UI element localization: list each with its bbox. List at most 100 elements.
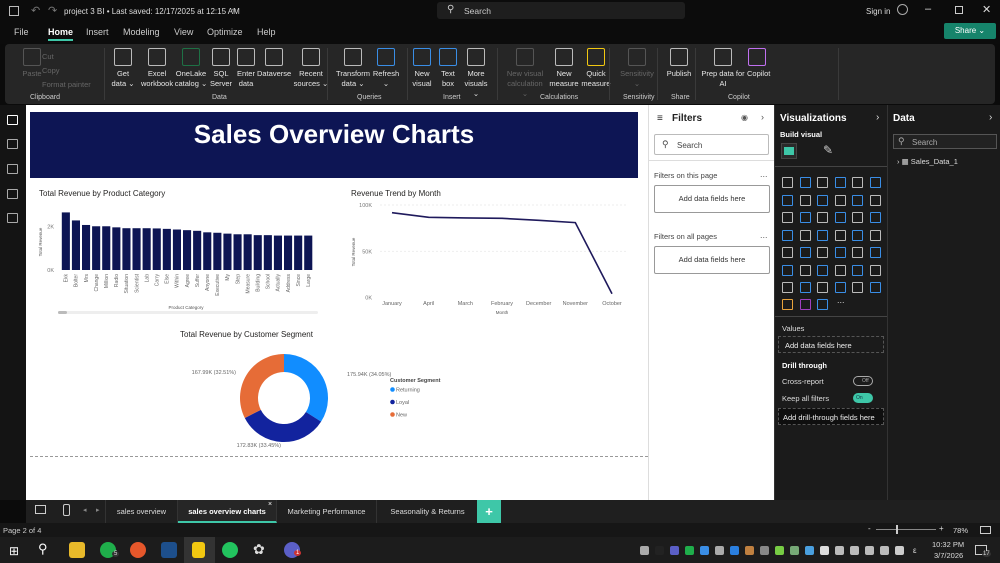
tray-icon[interactable] (655, 546, 664, 555)
visual-type-icon[interactable] (852, 212, 863, 223)
vscode-icon[interactable] (161, 542, 177, 558)
visual-type-icon[interactable] (799, 212, 811, 223)
eye-icon[interactable]: ◉ (741, 113, 748, 122)
zoom-out-button[interactable]: - (868, 524, 871, 533)
visual-type-icon[interactable] (852, 264, 863, 276)
data-search-input[interactable]: ⚲ Search (893, 134, 997, 149)
clock-date[interactable]: 3/7/2026 (934, 551, 963, 560)
tray-icon[interactable] (790, 546, 799, 555)
publish-button[interactable]: Publish (665, 48, 693, 79)
visual-type-icon[interactable] (782, 264, 793, 276)
visual-type-icon[interactable] (799, 229, 811, 241)
more-visuals-icon[interactable]: ... (837, 295, 845, 305)
prep-data-for-ai-button[interactable]: Prep data for AI (699, 48, 747, 89)
zoom-in-button[interactable]: + (939, 524, 944, 533)
visual-type-icon[interactable] (869, 247, 881, 258)
scrollbar-thumb[interactable] (58, 311, 67, 314)
tray-icon[interactable] (805, 546, 814, 555)
tray-icon[interactable] (715, 546, 724, 555)
visual-type-icon[interactable] (869, 177, 881, 188)
zoom-slider-thumb[interactable] (896, 525, 898, 534)
collapse-icon[interactable]: › (989, 112, 992, 123)
values-dropzone[interactable]: Add data fields here (778, 336, 884, 353)
collapse-icon[interactable]: › (761, 112, 764, 122)
search-icon[interactable]: ⚲ (38, 541, 48, 557)
visual-type-icon[interactable] (817, 264, 828, 276)
filters-search-input[interactable]: ⚲ Search (654, 134, 769, 155)
visual-type-icon[interactable] (852, 247, 863, 258)
visual-type-icon[interactable] (782, 194, 793, 206)
visual-type-icon[interactable] (834, 282, 846, 293)
maximize-button[interactable] (955, 6, 963, 14)
visual-type-icon[interactable] (834, 177, 846, 188)
visual-type-icon[interactable] (817, 177, 828, 188)
visual-type-icon[interactable] (869, 212, 881, 223)
visual-type-icon[interactable] (834, 229, 846, 241)
tab-sales-overview-charts[interactable]: sales overview charts (178, 500, 277, 523)
visual-type-icon[interactable] (817, 229, 828, 241)
visual-type-icon[interactable] (852, 229, 863, 241)
tray-icon[interactable] (640, 546, 649, 555)
file-explorer-icon[interactable] (69, 542, 85, 558)
visual-type-icon[interactable] (782, 299, 793, 310)
visual-type-icon[interactable] (834, 212, 846, 223)
visual-type-icon[interactable] (817, 212, 828, 223)
visual-type-icon[interactable] (799, 282, 811, 293)
tab-marketing-performance[interactable]: Marketing Performance (277, 500, 377, 523)
close-tab-icon[interactable]: × (268, 501, 272, 508)
visual-type-icon[interactable] (852, 194, 863, 206)
tray-icon[interactable] (895, 546, 904, 555)
copilot-button[interactable]: Copilot (747, 48, 770, 79)
tray-icon[interactable] (670, 546, 679, 555)
visual-type-icon[interactable] (782, 212, 793, 223)
visual-type-icon[interactable] (869, 194, 881, 206)
tray-icon[interactable] (865, 546, 874, 555)
language-indicator[interactable]: ε (913, 546, 917, 555)
visual-type-icon[interactable] (834, 264, 846, 276)
page-filter-dropzone[interactable]: Add data fields here (654, 185, 770, 213)
zoom-slider[interactable] (876, 529, 936, 530)
tray-icon[interactable] (850, 546, 859, 555)
tray-icon[interactable] (775, 546, 784, 555)
tray-icon[interactable] (745, 546, 754, 555)
all-pages-filter-dropzone[interactable]: Add data fields here (654, 246, 770, 274)
visual-type-icon[interactable] (799, 247, 811, 258)
visual-type-icon[interactable] (799, 177, 811, 188)
table-item[interactable]: › ▦ Sales_Data_1 (897, 157, 958, 166)
mobile-layout-icon[interactable] (63, 504, 70, 516)
visual-type-icon[interactable] (782, 247, 793, 258)
firefox-icon[interactable] (130, 542, 146, 558)
power-bi-icon[interactable] (192, 542, 205, 558)
tray-icon[interactable] (730, 546, 739, 555)
tray-icon[interactable] (880, 546, 889, 555)
visual-type-icon[interactable] (834, 247, 846, 258)
share-button[interactable]: Share ⌄ (944, 23, 996, 39)
scroll-left-icon[interactable]: ◂ (83, 506, 87, 514)
fit-to-page-icon[interactable] (980, 526, 991, 534)
visual-type-icon[interactable] (782, 229, 793, 241)
desktop-layout-icon[interactable] (35, 505, 46, 514)
visual-type-icon[interactable] (799, 264, 811, 276)
windows-start-icon[interactable]: ⊞ (9, 544, 19, 558)
keep-filters-toggle[interactable]: On (853, 393, 873, 403)
collapse-icon[interactable]: › (876, 112, 879, 123)
drill-through-dropzone[interactable]: Add drill-through fields here (778, 408, 884, 425)
visual-type-icon[interactable] (817, 299, 828, 310)
tray-icon[interactable] (760, 546, 769, 555)
account-icon[interactable] (897, 4, 908, 15)
more-options-icon[interactable]: ... (760, 169, 768, 179)
visual-type-icon[interactable] (782, 177, 793, 188)
visual-type-icon[interactable] (799, 299, 811, 310)
app-green-icon[interactable] (222, 542, 238, 558)
tray-icon[interactable] (835, 546, 844, 555)
visual-type-icon[interactable] (852, 177, 863, 188)
visual-type-icon[interactable] (817, 247, 828, 258)
tray-icon[interactable] (700, 546, 709, 555)
cross-report-toggle[interactable]: Off (853, 376, 873, 386)
build-visual-tab[interactable] (781, 143, 797, 159)
chatgpt-icon[interactable]: ✿ (253, 541, 265, 558)
more-options-icon[interactable]: ... (760, 230, 768, 240)
visual-type-icon[interactable] (782, 282, 793, 293)
minimize-button[interactable]: – (925, 3, 931, 15)
add-page-button[interactable]: + (477, 500, 501, 523)
